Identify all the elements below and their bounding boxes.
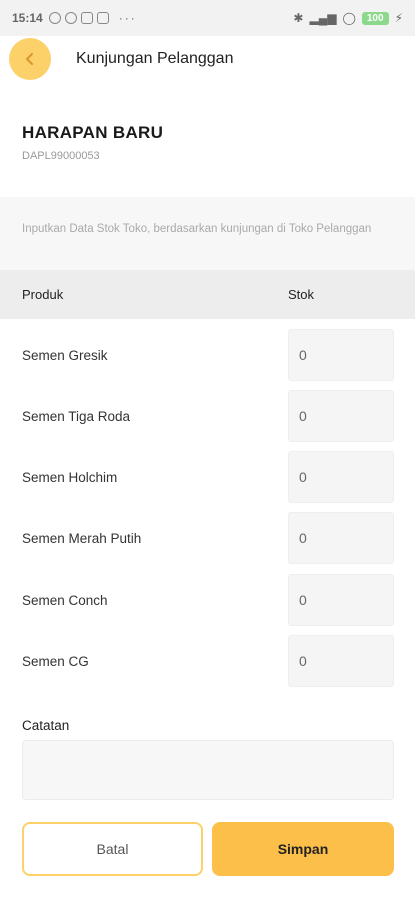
stock-input[interactable]: [288, 390, 394, 442]
table-row: Semen Merah Putih: [0, 512, 415, 564]
header-product: Produk: [22, 287, 64, 302]
instruction-text: Inputkan Data Stok Toko, berdasarkan kun…: [22, 223, 372, 235]
whatsapp-icon: [64, 12, 77, 24]
battery-icon: 100: [361, 11, 389, 25]
bluetooth-icon: ✱: [293, 11, 304, 25]
more-notifications-icon: ···: [118, 11, 137, 25]
product-label: Semen CG: [22, 653, 89, 669]
stock-input[interactable]: [288, 574, 394, 626]
chevron-left-icon: [26, 53, 33, 65]
notification-icons: [48, 12, 109, 24]
table-row: Semen Holchim: [0, 451, 415, 503]
back-button[interactable]: [9, 38, 51, 80]
wifi-icon: ◯: [342, 11, 356, 25]
product-label: Semen Merah Putih: [22, 530, 142, 546]
stock-input[interactable]: [288, 451, 394, 503]
store-name: HARAPAN BARU: [22, 123, 164, 142]
product-label: Semen Gresik: [22, 347, 108, 363]
save-button[interactable]: Simpan: [212, 822, 394, 876]
table-row: Semen Tiga Roda: [0, 390, 415, 442]
status-right: ✱ ▂▄▆ ◯ 100 ⚡: [293, 11, 403, 25]
table-header: Produk Stok: [0, 270, 415, 319]
charging-icon: ⚡: [394, 11, 403, 25]
table-row: Semen CG: [0, 635, 415, 687]
stock-input[interactable]: [288, 512, 394, 564]
product-label: Semen Tiga Roda: [22, 408, 131, 424]
store-code: DAPL99000053: [22, 150, 100, 162]
signal-icon: ▂▄▆: [309, 11, 337, 25]
status-time: 15:14: [12, 11, 43, 25]
stock-input[interactable]: [288, 635, 394, 687]
message-icon: [48, 12, 61, 24]
product-label: Semen Conch: [22, 592, 108, 608]
stock-input[interactable]: [288, 329, 394, 381]
app-icon: [80, 12, 93, 24]
gallery-icon: [96, 12, 109, 24]
header-stock: Stok: [288, 287, 315, 302]
product-label: Semen Holchim: [22, 469, 118, 485]
status-bar: 15:14 ··· ✱ ▂▄▆ ◯ 100 ⚡: [0, 0, 415, 36]
cancel-button[interactable]: Batal: [22, 822, 203, 876]
table-row: Semen Gresik: [0, 329, 415, 381]
page-title: Kunjungan Pelanggan: [76, 50, 234, 67]
notes-label: Catatan: [22, 718, 70, 733]
table-row: Semen Conch: [0, 574, 415, 626]
app-bar: Kunjungan Pelanggan: [0, 36, 415, 82]
notes-field[interactable]: [22, 740, 394, 800]
